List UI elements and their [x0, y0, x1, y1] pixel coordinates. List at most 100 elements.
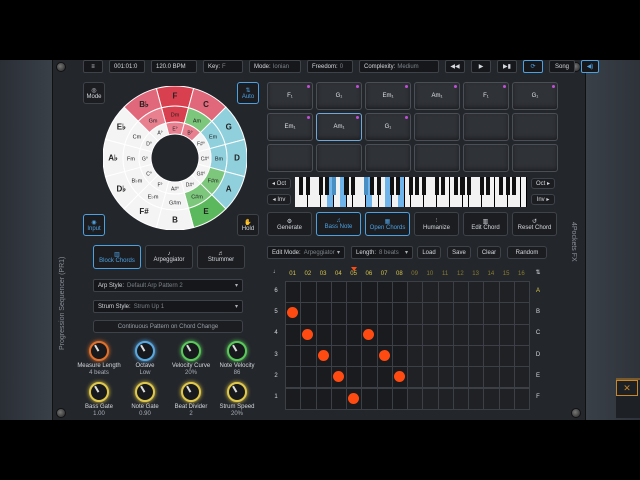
- grid-cell[interactable]: [437, 387, 454, 410]
- grid-cell[interactable]: [315, 302, 332, 325]
- black-key[interactable]: [512, 177, 517, 195]
- grid-cell[interactable]: [498, 302, 515, 325]
- grid-cell[interactable]: [407, 344, 424, 368]
- grid-cell[interactable]: [285, 323, 302, 346]
- grid-cell[interactable]: [468, 387, 485, 410]
- grid-cell[interactable]: [483, 387, 500, 410]
- black-key[interactable]: [344, 177, 349, 195]
- grid-cell[interactable]: [361, 281, 378, 304]
- grid-cell[interactable]: [422, 366, 439, 389]
- grid-cell[interactable]: [513, 387, 530, 410]
- skip-forward-button[interactable]: ▶▮: [497, 60, 517, 73]
- black-key[interactable]: [370, 177, 375, 195]
- grid-cell[interactable]: [483, 323, 500, 346]
- grid-cell[interactable]: [437, 281, 454, 304]
- grid-cell[interactable]: [315, 366, 332, 389]
- chord-pad[interactable]: G₁: [365, 113, 411, 141]
- block-chords-button[interactable]: ▥ Block Chords: [93, 245, 141, 269]
- grid-cell[interactable]: [285, 366, 302, 389]
- grid-cell[interactable]: [376, 281, 393, 304]
- grid-cell[interactable]: [513, 323, 530, 346]
- sort-icon[interactable]: ⇅: [531, 269, 545, 276]
- load-button[interactable]: Load: [417, 246, 441, 259]
- grid-cell[interactable]: [422, 344, 439, 368]
- black-key[interactable]: [460, 177, 465, 195]
- black-key[interactable]: [299, 177, 304, 195]
- grid-cell[interactable]: [285, 281, 302, 304]
- grid-cell[interactable]: [285, 344, 302, 368]
- black-key[interactable]: [363, 177, 368, 195]
- continuous-pattern-toggle[interactable]: Continuous Pattern on Chord Change: [93, 320, 243, 333]
- grid-cell[interactable]: [407, 281, 424, 304]
- grid-cell[interactable]: [483, 302, 500, 325]
- arp-style-select[interactable]: Arp Style: Default Arp Pattern 2 ▾: [93, 279, 243, 292]
- chord-pad[interactable]: Am₁: [316, 113, 362, 141]
- grid-cell[interactable]: [407, 323, 424, 346]
- chord-pad[interactable]: F₁: [463, 82, 509, 110]
- grid-cell[interactable]: [300, 387, 317, 410]
- edit-mode-select[interactable]: Edit Mode: Arpeggiator ▾: [267, 246, 345, 259]
- inversion-up-button[interactable]: Inv ▸: [531, 194, 555, 205]
- black-key[interactable]: [396, 177, 401, 195]
- grid-cell[interactable]: [376, 387, 393, 410]
- grid-cell[interactable]: [498, 366, 515, 389]
- menu-button[interactable]: ≡: [83, 60, 103, 73]
- grid-cell[interactable]: [468, 323, 485, 346]
- circle-of-fifths[interactable]: F C G D A E B F# D♭ A♭ E♭ B♭ Dm Am Em Bm F#m C#m G#m E♭m B♭m…: [103, 86, 247, 230]
- grid-cell[interactable]: [315, 323, 332, 346]
- black-key[interactable]: [486, 177, 491, 195]
- chord-pad[interactable]: [512, 113, 558, 141]
- grid-cell[interactable]: [513, 281, 530, 304]
- reset-chord-button[interactable]: ↺ Reset Chord: [512, 212, 557, 236]
- key-select[interactable]: Key: F: [203, 60, 243, 73]
- open-chords-button[interactable]: ▦ Open Chords: [365, 212, 410, 236]
- piano-keyboard[interactable]: [295, 177, 527, 207]
- grid-cell[interactable]: [285, 387, 302, 410]
- play-button[interactable]: ▶: [471, 60, 491, 73]
- black-key[interactable]: [505, 177, 510, 195]
- bass-gate-knob[interactable]: [89, 382, 109, 402]
- grid-cell[interactable]: [513, 366, 530, 389]
- grid-cell[interactable]: [498, 344, 515, 368]
- clear-button[interactable]: Clear: [477, 246, 501, 259]
- grid-cell[interactable]: [346, 323, 363, 346]
- black-key[interactable]: [415, 177, 420, 195]
- black-key[interactable]: [305, 177, 310, 195]
- grid-cell[interactable]: [437, 323, 454, 346]
- chord-pad[interactable]: Am₁: [414, 82, 460, 110]
- grid-cell[interactable]: [361, 302, 378, 325]
- note-gate-knob[interactable]: [135, 382, 155, 402]
- rewind-button[interactable]: ◀◀: [445, 60, 465, 73]
- grid-cell[interactable]: [452, 344, 469, 368]
- black-key[interactable]: [408, 177, 414, 195]
- mode-button[interactable]: ◎ Mode: [83, 82, 105, 104]
- inversion-down-button[interactable]: ◂ Inv: [267, 194, 291, 205]
- step-note[interactable]: [317, 350, 329, 362]
- grid-cell[interactable]: [376, 302, 393, 325]
- grid-cell[interactable]: [468, 302, 485, 325]
- chord-pad[interactable]: F₁: [267, 82, 313, 110]
- grid-cell[interactable]: [330, 344, 347, 368]
- grid-cell[interactable]: [468, 366, 485, 389]
- chord-pad[interactable]: [414, 113, 460, 141]
- grid-cell[interactable]: [452, 366, 469, 389]
- octave-up-button[interactable]: Oct ▸: [531, 178, 555, 189]
- grid-cell[interactable]: [376, 323, 393, 346]
- beat-divider-knob[interactable]: [181, 382, 201, 402]
- black-key[interactable]: [454, 177, 459, 195]
- grid-cell[interactable]: [437, 366, 454, 389]
- complexity-select[interactable]: Complexity: Medium: [359, 60, 439, 73]
- step-note[interactable]: [378, 350, 390, 362]
- grid-cell[interactable]: [468, 344, 485, 368]
- velocity-curve-knob[interactable]: [181, 341, 201, 361]
- grid-cell[interactable]: [498, 281, 515, 304]
- chord-pad[interactable]: G₁: [512, 82, 558, 110]
- humanize-button[interactable]: ⫶ Humanize: [414, 212, 459, 236]
- grid-cell[interactable]: [346, 281, 363, 304]
- grid-cell[interactable]: [391, 344, 408, 368]
- grid-cell[interactable]: [346, 366, 363, 389]
- grid-cell[interactable]: [452, 323, 469, 346]
- loop-button[interactable]: ⟳: [523, 60, 543, 73]
- black-key[interactable]: [434, 177, 439, 195]
- length-select[interactable]: Length: 8 beats ▾: [351, 246, 413, 259]
